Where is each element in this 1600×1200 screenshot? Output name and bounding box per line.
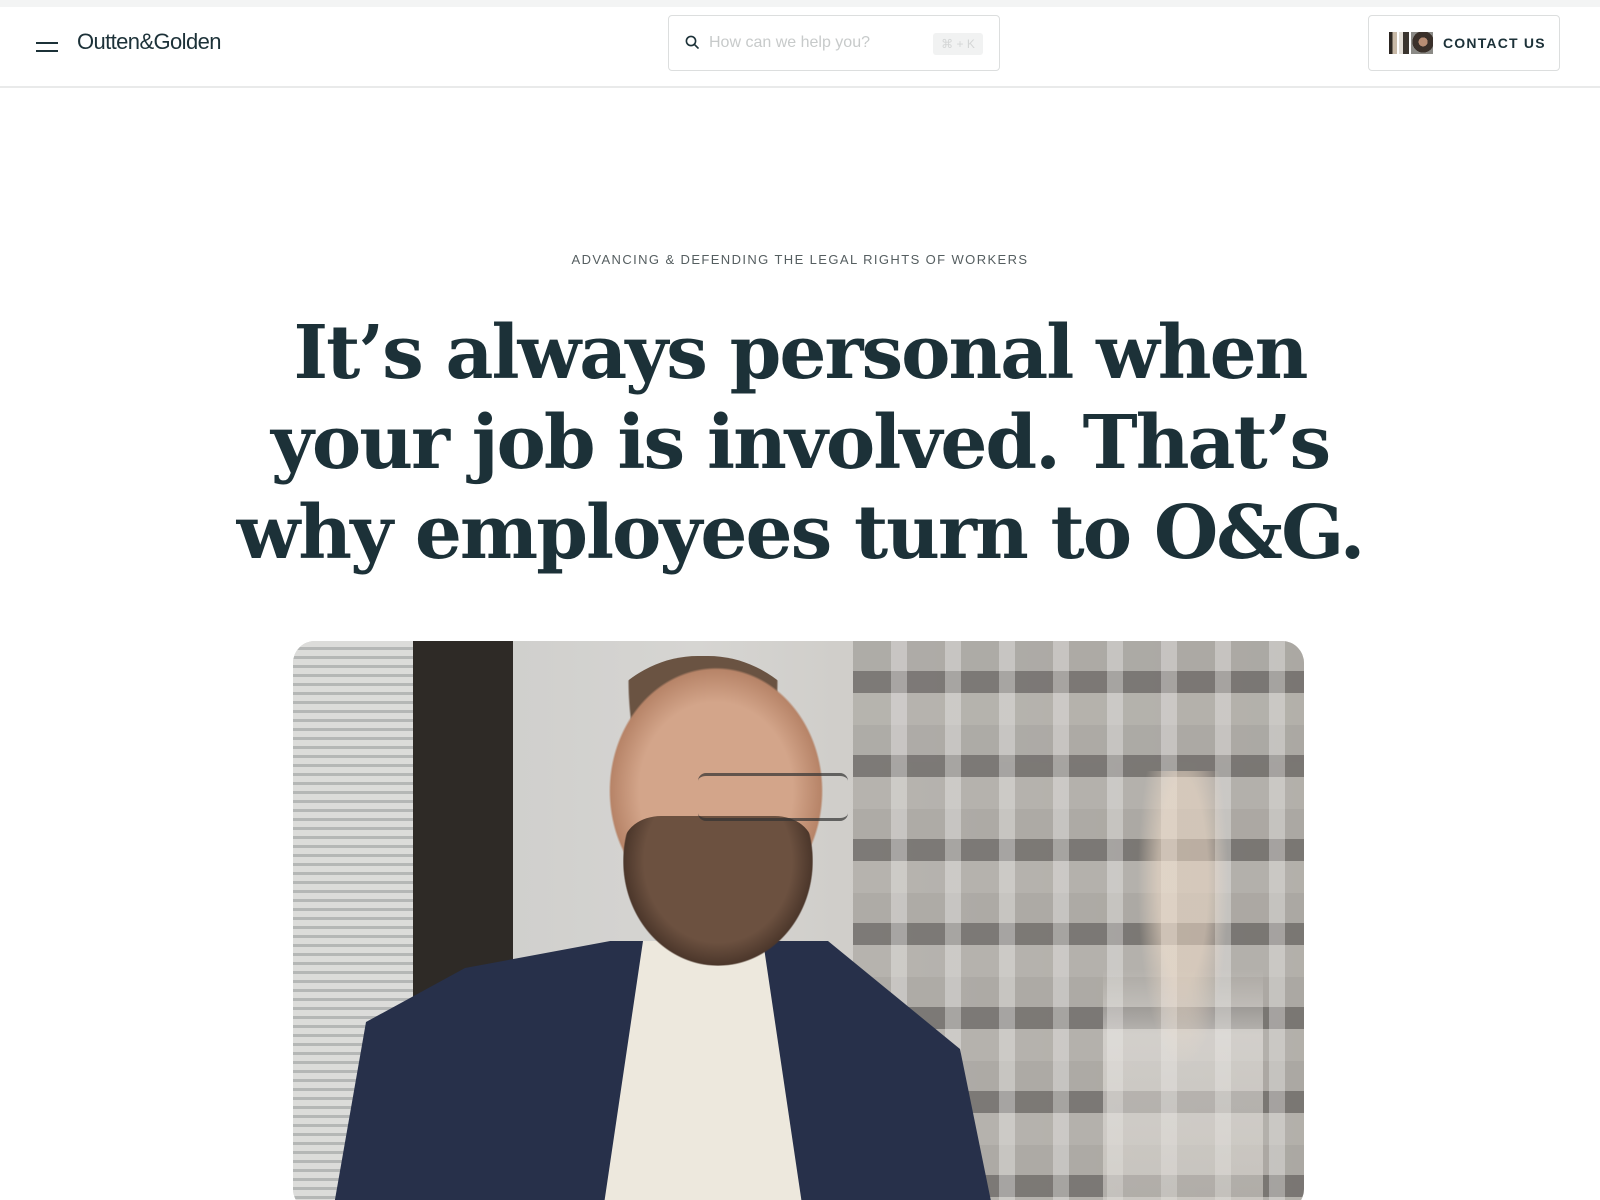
hero-eyebrow: ADVANCING & DEFENDING THE LEGAL RIGHTS O… <box>571 252 1029 267</box>
site-header: Outten&Golden ⌘ + K CONTACT US <box>0 0 1600 88</box>
search-icon <box>685 35 699 49</box>
keyboard-shortcut-hint: ⌘ + K <box>933 33 983 55</box>
site-logo[interactable]: Outten&Golden <box>77 29 221 55</box>
team-avatars <box>1389 32 1433 54</box>
hero-photo <box>293 641 1304 1200</box>
search-box[interactable]: ⌘ + K <box>668 15 1000 71</box>
menu-icon[interactable] <box>36 35 64 59</box>
contact-us-label: CONTACT US <box>1443 35 1546 51</box>
avatar <box>1389 32 1397 54</box>
avatar <box>1411 32 1433 54</box>
contact-us-button[interactable]: CONTACT US <box>1368 15 1560 71</box>
avatar <box>1399 32 1409 54</box>
search-input[interactable] <box>709 29 899 57</box>
hero-headline: It’s always personal when your job is in… <box>236 310 1366 576</box>
